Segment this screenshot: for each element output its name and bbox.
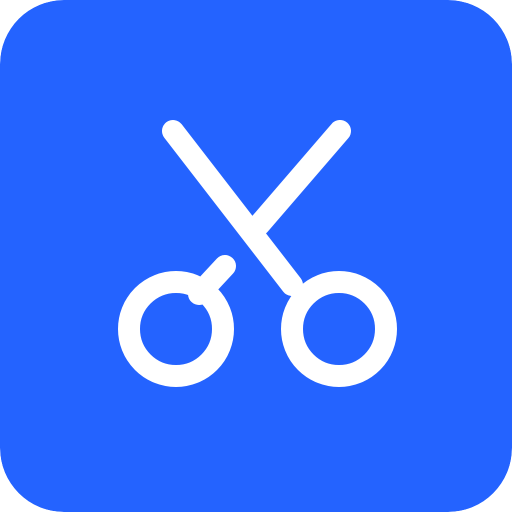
scissors-icon [0, 0, 512, 512]
scissors-app-icon[interactable] [0, 0, 512, 512]
